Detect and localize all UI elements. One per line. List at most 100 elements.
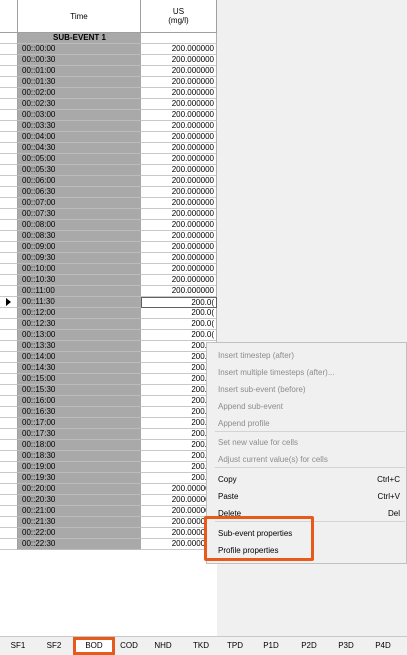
row-selector[interactable]: [0, 506, 18, 517]
table-row[interactable]: 00::08:30 200.000000: [0, 231, 217, 242]
table-row[interactable]: 00::16:30 200.0(: [0, 407, 217, 418]
row-selector[interactable]: [0, 198, 18, 209]
menu-item-append-profile[interactable]: Append profile: [207, 415, 407, 432]
row-selector[interactable]: [0, 484, 18, 495]
row-selector[interactable]: [0, 319, 18, 330]
row-selector[interactable]: [0, 407, 18, 418]
value-cell[interactable]: 200.000000: [141, 99, 217, 110]
row-selector[interactable]: [0, 363, 18, 374]
row-selector[interactable]: [0, 418, 18, 429]
table-row[interactable]: 00::17:00 200.0(: [0, 418, 217, 429]
table-row[interactable]: 00::11:30 200.0(: [0, 297, 217, 308]
row-selector[interactable]: [0, 165, 18, 176]
row-selector[interactable]: [0, 539, 18, 550]
value-cell[interactable]: 200.000000: [141, 88, 217, 99]
row-selector[interactable]: [0, 352, 18, 363]
value-cell[interactable]: 200.000000: [141, 264, 217, 275]
table-row[interactable]: 00::19:30 200.0(: [0, 473, 217, 484]
row-selector[interactable]: [0, 528, 18, 539]
table-row[interactable]: 00::02:30 200.000000: [0, 99, 217, 110]
value-cell[interactable]: 200.0(: [141, 319, 217, 330]
row-selector-header[interactable]: [0, 0, 18, 33]
value-cell[interactable]: 200.000000: [141, 165, 217, 176]
column-header-time[interactable]: Time: [18, 0, 141, 33]
table-row[interactable]: 00::16:00 200.0(: [0, 396, 217, 407]
table-row[interactable]: 00::05:30 200.000000: [0, 165, 217, 176]
row-selector[interactable]: [0, 110, 18, 121]
tab-p3d[interactable]: P3D: [331, 637, 361, 655]
table-row[interactable]: 00::15:30 200.0(: [0, 385, 217, 396]
row-selector[interactable]: [0, 132, 18, 143]
table-row[interactable]: 00::21:00 200.000000: [0, 506, 217, 517]
row-selector[interactable]: [0, 440, 18, 451]
row-selector[interactable]: [0, 341, 18, 352]
tab-cod[interactable]: COD: [114, 637, 144, 655]
row-selector[interactable]: [0, 154, 18, 165]
table-row[interactable]: 00::06:30 200.000000: [0, 187, 217, 198]
table-row[interactable]: 00::20:00 200.000000: [0, 484, 217, 495]
value-cell[interactable]: 200.000000: [141, 242, 217, 253]
menu-item-copy[interactable]: Copy Ctrl+C: [207, 471, 407, 488]
row-selector[interactable]: [0, 33, 18, 44]
menu-item-paste[interactable]: Paste Ctrl+V: [207, 488, 407, 505]
table-row[interactable]: 00::20:30 200.000000: [0, 495, 217, 506]
tab-tpd[interactable]: TPD: [220, 637, 250, 655]
row-selector[interactable]: [0, 396, 18, 407]
tab-tkd[interactable]: TKD: [186, 637, 216, 655]
row-selector[interactable]: [0, 517, 18, 528]
table-row[interactable]: 00::03:00 200.000000: [0, 110, 217, 121]
table-row[interactable]: 00::04:30 200.000000: [0, 143, 217, 154]
menu-item-insert-multiple-timesteps-after[interactable]: Insert multiple timesteps (after)...: [207, 364, 407, 381]
table-row[interactable]: 00::07:30 200.000000: [0, 209, 217, 220]
value-cell[interactable]: 200.000000: [141, 121, 217, 132]
table-row[interactable]: 00::19:00 200.0(: [0, 462, 217, 473]
value-cell[interactable]: 200.000000: [141, 176, 217, 187]
tab-p1d[interactable]: P1D: [256, 637, 286, 655]
table-row[interactable]: 00::15:00 200.0(: [0, 374, 217, 385]
row-selector[interactable]: [0, 264, 18, 275]
row-selector[interactable]: [0, 88, 18, 99]
menu-item-insert-sub-event-before[interactable]: Insert sub-event (before): [207, 381, 407, 398]
row-selector[interactable]: [0, 473, 18, 484]
value-cell[interactable]: 200.000000: [141, 231, 217, 242]
row-selector[interactable]: [0, 77, 18, 88]
value-cell[interactable]: [141, 33, 217, 44]
row-selector[interactable]: [0, 330, 18, 341]
menu-item-adjust-current-value-s-for-cells[interactable]: Adjust current value(s) for cells: [207, 451, 407, 468]
table-row[interactable]: 00::21:30 200.000000: [0, 517, 217, 528]
table-row[interactable]: 00::01:00 200.000000: [0, 66, 217, 77]
table-row[interactable]: 00::10:30 200.000000: [0, 275, 217, 286]
row-selector[interactable]: [0, 385, 18, 396]
value-cell[interactable]: 200.000000: [141, 286, 217, 297]
table-row[interactable]: 00::09:00 200.000000: [0, 242, 217, 253]
table-row[interactable]: 00::14:00 200.0(: [0, 352, 217, 363]
tab-nhd[interactable]: NHD: [148, 637, 178, 655]
row-selector[interactable]: [0, 143, 18, 154]
row-selector[interactable]: [0, 55, 18, 66]
row-selector[interactable]: [0, 451, 18, 462]
table-row[interactable]: 00::14:30 200.0(: [0, 363, 217, 374]
table-row[interactable]: 00::12:30 200.0(: [0, 319, 217, 330]
value-cell[interactable]: 200.000000: [141, 198, 217, 209]
table-row[interactable]: 00::05:00 200.000000: [0, 154, 217, 165]
row-selector[interactable]: [0, 121, 18, 132]
table-row[interactable]: 00::01:30 200.000000: [0, 77, 217, 88]
row-selector[interactable]: [0, 297, 18, 308]
table-row[interactable]: 00::04:00 200.000000: [0, 132, 217, 143]
tab-bod[interactable]: BOD: [73, 637, 115, 655]
menu-item-append-sub-event[interactable]: Append sub-event: [207, 398, 407, 415]
row-selector[interactable]: [0, 220, 18, 231]
table-row[interactable]: 00::00:00 200.000000: [0, 44, 217, 55]
tab-p2d[interactable]: P2D: [294, 637, 324, 655]
table-row[interactable]: 00::02:00 200.000000: [0, 88, 217, 99]
value-cell[interactable]: 200.000000: [141, 143, 217, 154]
row-selector[interactable]: [0, 308, 18, 319]
table-row[interactable]: 00::13:00 200.0(: [0, 330, 217, 341]
column-header-us[interactable]: US (mg/l): [141, 0, 217, 33]
value-cell[interactable]: 200.0(: [141, 297, 217, 308]
table-row[interactable]: 00::03:30 200.000000: [0, 121, 217, 132]
table-row[interactable]: 00::12:00 200.0(: [0, 308, 217, 319]
row-selector[interactable]: [0, 429, 18, 440]
table-row[interactable]: 00::18:30 200.0(: [0, 451, 217, 462]
row-selector[interactable]: [0, 66, 18, 77]
